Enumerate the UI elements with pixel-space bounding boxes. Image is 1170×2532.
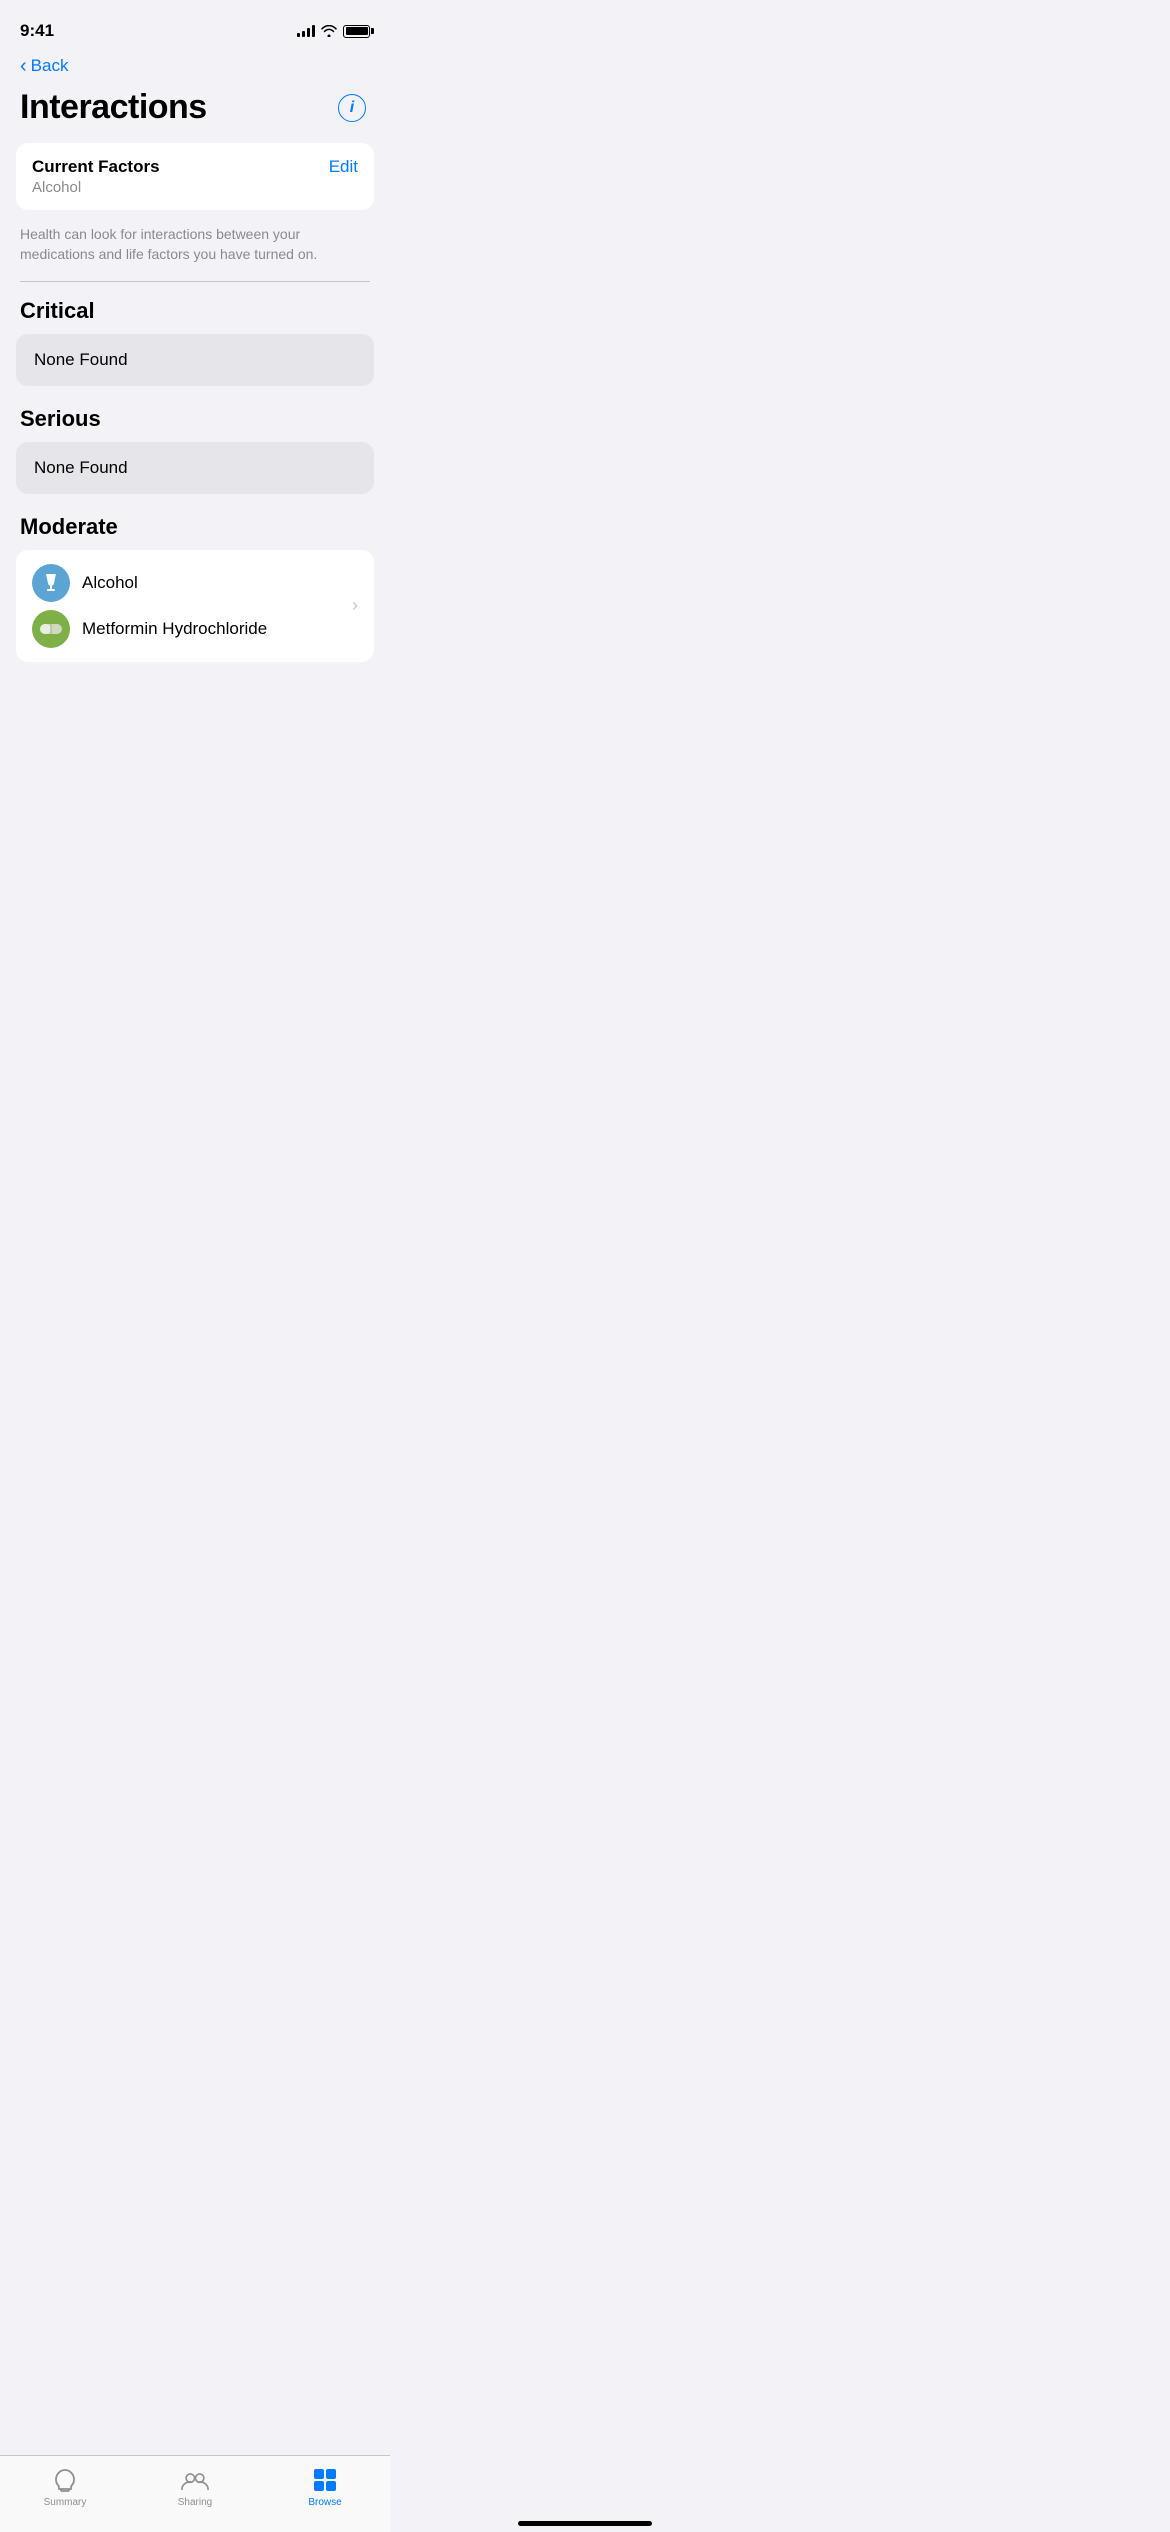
- serious-none-found: None Found: [16, 442, 374, 494]
- tab-bar: Summary Sharing Browse: [0, 2455, 390, 2532]
- signal-icon: [297, 25, 315, 37]
- tab-summary[interactable]: Summary: [0, 2466, 130, 2508]
- battery-icon: [343, 25, 370, 38]
- metformin-item: Metformin Hydrochloride: [32, 610, 344, 648]
- chevron-left-icon: ‹: [20, 56, 27, 76]
- browse-tab-icon: [311, 2466, 339, 2494]
- interaction-items: Alcohol Metformin Hydrochloride: [32, 564, 344, 648]
- alcohol-icon-circle: [32, 564, 70, 602]
- summary-tab-icon: [51, 2466, 79, 2494]
- edit-button[interactable]: Edit: [329, 157, 358, 177]
- browse-tab-label: Browse: [308, 2497, 341, 2508]
- metformin-label: Metformin Hydrochloride: [82, 619, 267, 639]
- nav-bar: ‹ Back: [0, 48, 390, 80]
- current-factor-value: Alcohol: [32, 179, 358, 196]
- alcohol-item: Alcohol: [32, 564, 344, 602]
- card-header: Current Factors Edit: [32, 157, 358, 177]
- tab-sharing[interactable]: Sharing: [130, 2466, 260, 2508]
- description-text: Health can look for interactions between…: [0, 214, 390, 281]
- status-time: 9:41: [20, 21, 54, 41]
- chevron-right-icon: ›: [352, 595, 358, 616]
- back-label: Back: [31, 56, 69, 76]
- status-icons: [297, 25, 370, 38]
- sharing-tab-label: Sharing: [178, 2497, 212, 2508]
- divider: [20, 281, 370, 282]
- interaction-row: Alcohol Metformin Hydrochloride ›: [32, 564, 358, 648]
- moderate-interaction-card[interactable]: Alcohol Metformin Hydrochloride ›: [16, 550, 374, 662]
- tab-browse[interactable]: Browse: [260, 2466, 390, 2508]
- serious-section-title: Serious: [0, 406, 390, 442]
- sharing-tab-icon: [181, 2466, 209, 2494]
- info-button[interactable]: i: [338, 94, 366, 122]
- critical-section-title: Critical: [0, 298, 390, 334]
- pill-icon: [39, 622, 63, 636]
- critical-none-found: None Found: [16, 334, 374, 386]
- page-title: Interactions: [20, 88, 207, 127]
- back-button[interactable]: ‹ Back: [20, 56, 68, 76]
- current-factors-card: Current Factors Edit Alcohol: [16, 143, 374, 210]
- page-header: Interactions i: [0, 80, 390, 143]
- metformin-icon-circle: [32, 610, 70, 648]
- goblet-icon: [41, 572, 61, 594]
- home-indicator: [518, 2521, 652, 2526]
- wifi-icon: [321, 25, 337, 37]
- summary-tab-label: Summary: [44, 2497, 87, 2508]
- current-factors-title: Current Factors: [32, 157, 160, 177]
- status-bar: 9:41: [0, 0, 390, 48]
- alcohol-label: Alcohol: [82, 573, 138, 593]
- moderate-section-title: Moderate: [0, 514, 390, 550]
